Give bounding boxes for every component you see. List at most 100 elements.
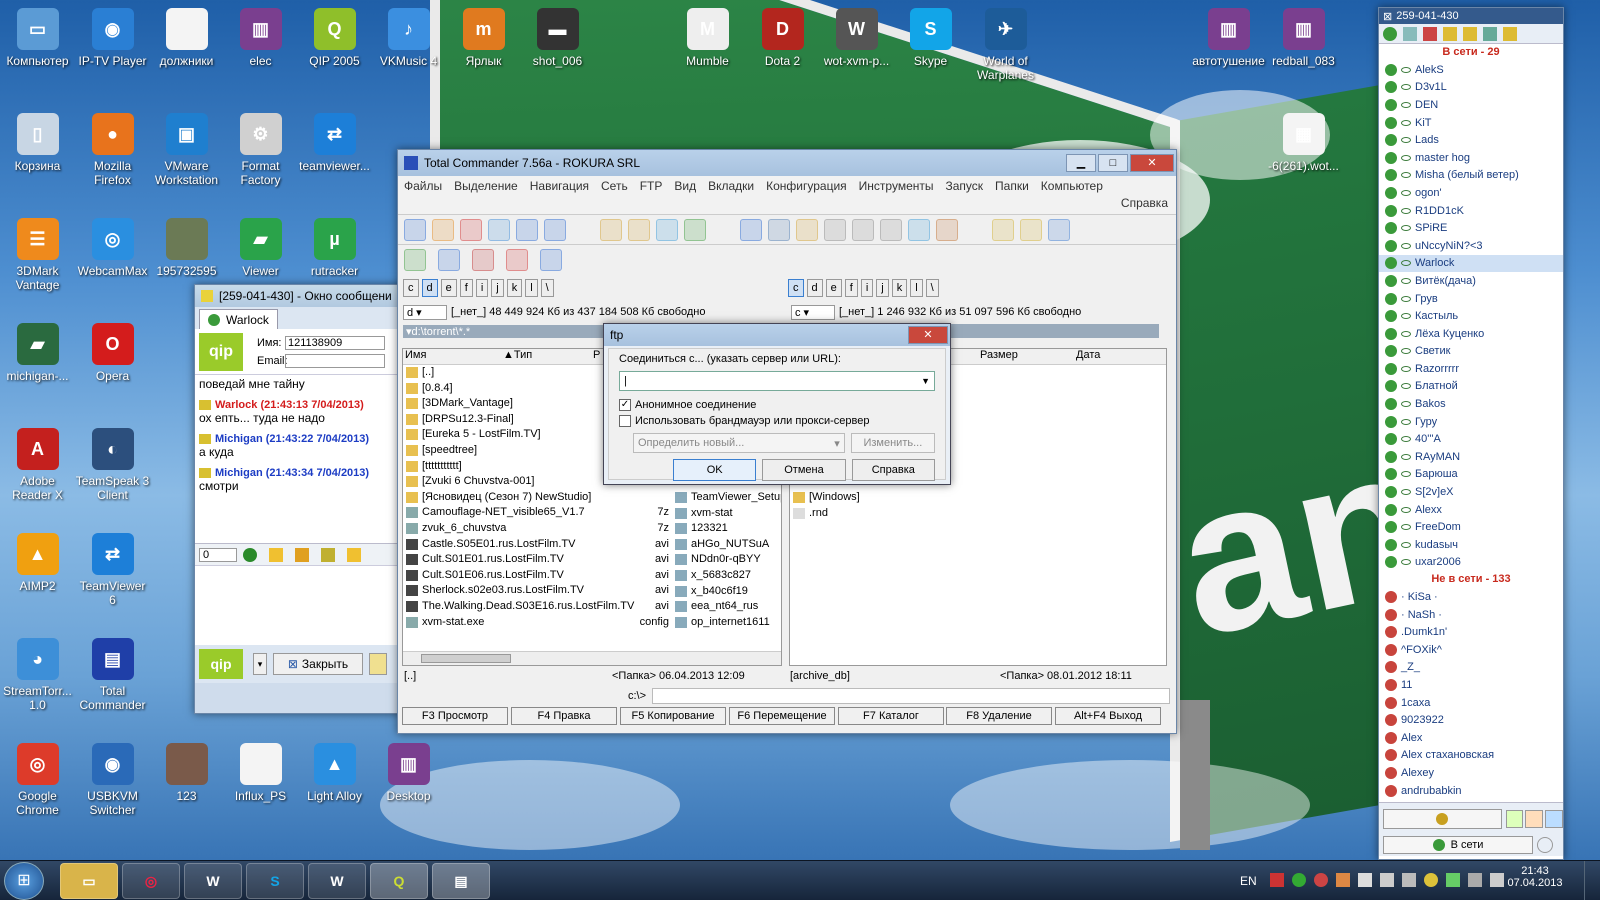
toolbar-button-icon[interactable] <box>404 218 426 241</box>
desktop-icon[interactable]: ▥ автотушение <box>1191 8 1266 68</box>
desktop-icon[interactable]: ▣ VMware Workstation <box>149 113 224 187</box>
menu-item[interactable]: Папки <box>995 179 1029 193</box>
desktop-icon[interactable]: ⇄ TeamViewer 6 <box>75 533 150 607</box>
desktop-icon[interactable]: S Skype <box>893 8 968 68</box>
contact-item[interactable]: .Dumk1n' <box>1379 623 1563 641</box>
desktop-icon[interactable]: ⇄ teamviewer... <box>297 113 372 173</box>
contact-item[interactable]: Lads <box>1379 131 1563 149</box>
contact-item[interactable]: ogon' <box>1379 184 1563 202</box>
url-input[interactable]: | <box>624 375 627 387</box>
drive-button-e[interactable]: e <box>440 279 457 297</box>
qip-chat-titlebar[interactable]: [259-041-430] - Окно сообщени <box>195 285 405 307</box>
menu-item[interactable]: Навигация <box>530 179 589 193</box>
desktop-icon[interactable]: ▬ shot_006 <box>520 8 595 68</box>
eye-icon[interactable] <box>1537 837 1553 853</box>
contact-item[interactable]: Кастыль <box>1379 307 1563 325</box>
desktop-icon[interactable]: ▥ Desktop <box>371 743 446 803</box>
desktop-icon[interactable]: ◎ WebcamMax <box>75 218 150 278</box>
taskbar-wot[interactable]: W <box>184 863 242 899</box>
tray-icon[interactable] <box>1336 873 1350 887</box>
col-date[interactable]: Дата <box>1076 349 1100 364</box>
cancel-button[interactable]: Отмена <box>762 459 846 481</box>
menu-item[interactable]: Вкладки <box>708 179 754 193</box>
desktop-icon[interactable]: ◕ StreamTorr... 1.0 <box>0 638 75 712</box>
toolbar-button-icon[interactable] <box>796 218 818 241</box>
contact-item[interactable]: _Z_ <box>1379 659 1563 677</box>
minimize-button[interactable]: ▁ <box>1066 154 1096 172</box>
taskbar-explorer[interactable]: ▭ <box>60 863 118 899</box>
function-key-button[interactable]: F5 Копирование <box>620 707 726 725</box>
contact-item[interactable]: DEN <box>1379 96 1563 114</box>
ok-button[interactable]: OK <box>673 459 757 481</box>
toolbar-button-icon[interactable] <box>684 218 706 241</box>
ftp-dialog[interactable]: ftp ✕ Соединиться с... (указать сервер и… <box>603 323 951 485</box>
file-row[interactable]: Camouflage-NET_visible65_V1.7 7z <box>403 505 673 521</box>
contact-item[interactable]: Warlock <box>1379 254 1563 273</box>
file-row[interactable]: [Ясновидец (Сезон 7) NewStudio] <box>403 490 673 506</box>
help-button[interactable]: Справка <box>851 459 935 481</box>
file-row[interactable]: 123321 <box>675 521 781 537</box>
desktop-icon[interactable]: O Opera <box>75 323 150 383</box>
volume-icon[interactable] <box>1380 873 1394 887</box>
desktop-icon[interactable]: ▤ Total Commander <box>75 638 150 712</box>
contact-item[interactable]: 9023922 <box>1379 711 1563 729</box>
toolbar-button-icon[interactable] <box>740 218 762 241</box>
tray-icon[interactable] <box>1270 873 1284 887</box>
desktop-icon[interactable]: D Dota 2 <box>745 8 820 68</box>
qip-menu-icon[interactable] <box>1545 809 1564 828</box>
menu-item[interactable]: Сеть <box>601 179 628 193</box>
qip-toolbar-icon[interactable] <box>1483 26 1497 41</box>
contact-list[interactable]: В сети - 29 AlekS D3v1L DEN KiT Lads master ho… <box>1379 44 1563 802</box>
contact-item[interactable]: 40'''A <box>1379 430 1563 448</box>
chevron-down-icon[interactable]: ▼ <box>921 376 930 386</box>
contact-item[interactable]: Misha (белый ветер) <box>1379 167 1563 185</box>
contact-item[interactable]: KiT <box>1379 114 1563 132</box>
toolbar-button-icon[interactable] <box>992 218 1014 241</box>
desktop-icon[interactable]: M Mumble <box>670 8 745 68</box>
tc-titlebar[interactable]: Total Commander 7.56a - ROKURA SRL ▁ □ ✕ <box>398 150 1176 176</box>
toolbar-button-icon[interactable] <box>404 248 426 271</box>
file-row[interactable]: op_internet1611 <box>675 615 781 631</box>
file-row[interactable]: Castle.S05E01.rus.LostFilm.TV avi <box>403 537 673 553</box>
menu-item[interactable]: Конфигурация <box>766 179 847 193</box>
network-icon[interactable] <box>1402 873 1416 887</box>
send-options-icon[interactable] <box>369 653 387 675</box>
drive-button-d[interactable]: d <box>806 279 823 297</box>
qip-menu-icon[interactable] <box>1525 809 1544 828</box>
left-drive-select[interactable]: d ▾ <box>403 304 447 320</box>
clock[interactable]: 21:43 07.04.2013 <box>1505 865 1565 889</box>
status-button[interactable]: В сети <box>1383 836 1533 854</box>
contact-item[interactable]: Витёк(дача) <box>1379 272 1563 290</box>
qip-contact-list[interactable]: ⊠ 259-041-430 В сети - 29 AlekS D3v1L DEN Ki… <box>1378 7 1564 860</box>
qip-chat-window[interactable]: [259-041-430] - Окно сообщени Warlock qi… <box>194 284 406 714</box>
contact-item[interactable]: Гуру <box>1379 413 1563 431</box>
tray-icon[interactable] <box>1446 873 1460 887</box>
drive-button-f[interactable]: f <box>459 279 473 297</box>
anon-checkbox[interactable]: ✓ <box>619 399 631 411</box>
toolbar-button-icon[interactable] <box>506 248 528 271</box>
desktop-icon[interactable]: ▦ -6(261).wot... <box>1266 113 1341 173</box>
add-contact-button[interactable] <box>1383 808 1502 829</box>
file-row[interactable]: TeamViewer_Setup <box>675 490 781 506</box>
desktop-icon[interactable]: ▭ Компьютер <box>0 8 75 68</box>
drive-button-l[interactable]: l <box>525 279 538 297</box>
file-row[interactable]: Cult.S01E01.rus.LostFilm.TV avi <box>403 552 673 568</box>
close-chat-button[interactable]: ⊠ Закрыть <box>273 653 363 675</box>
desktop-icon[interactable]: µ rutracker <box>297 218 372 278</box>
file-row[interactable]: aHGo_NUTSuA <box>675 537 781 553</box>
ftp-close-button[interactable]: ✕ <box>908 326 948 344</box>
proxy-checkbox[interactable] <box>619 415 631 427</box>
define-new-select[interactable]: Определить новый... ▾ <box>633 433 845 453</box>
toolbar-button-icon[interactable] <box>432 218 454 241</box>
contact-item[interactable]: uNccyNiN?<3 <box>1379 237 1563 255</box>
change-button[interactable]: Изменить... <box>850 433 935 453</box>
contact-item[interactable]: andrubabkin <box>1379 782 1563 800</box>
qip-toolbar-icon[interactable] <box>1443 26 1457 41</box>
menu-item[interactable]: Инструменты <box>859 179 934 193</box>
function-key-button[interactable]: F6 Перемещение <box>729 707 835 725</box>
drive-button-c[interactable]: c <box>403 279 419 297</box>
toolbar-button-icon[interactable] <box>472 248 494 271</box>
desktop-icon[interactable]: ⚙ Format Factory <box>223 113 298 187</box>
name-field[interactable]: 121138909 <box>285 335 385 350</box>
desktop-icon[interactable]: Wwot-xvm-p... <box>819 8 894 68</box>
